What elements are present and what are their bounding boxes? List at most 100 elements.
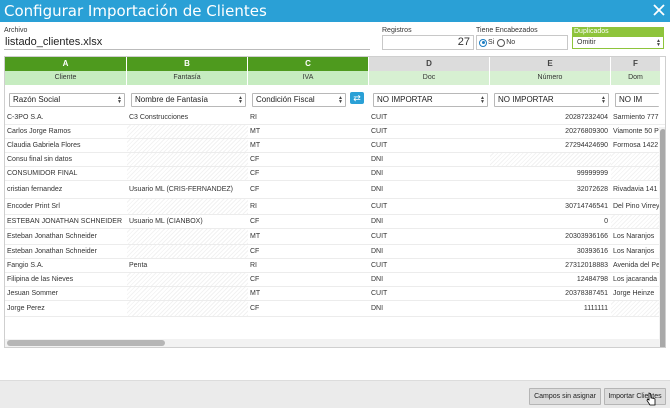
table-cell	[127, 139, 248, 153]
table-cell: Del Pino Virrey	[613, 203, 659, 210]
table-cell: 20303936166	[565, 233, 608, 240]
encabezados-radio-group: Si No	[476, 35, 568, 50]
select-arrows-icon: ▲ ▼	[601, 95, 606, 105]
table-row: Esteban Jonathan Schneider CF DNI 30393616 L…	[5, 245, 665, 259]
table-cell: CONSUMIDOR FINAL	[7, 170, 78, 177]
vertical-scrollbar[interactable]	[659, 127, 665, 347]
table-cell: Penta	[129, 262, 148, 269]
table-row: cristian fernandez Usuario ML (CRIS-FERNA…	[5, 181, 665, 199]
registros-label: Registros	[382, 27, 412, 34]
table-cell: cristian fernandez	[7, 186, 63, 193]
column-name-iva: IVA	[248, 71, 369, 85]
mapping-value-a: Razón Social	[13, 95, 61, 104]
duplicados-value: Omitir	[577, 39, 596, 46]
table-cell: 1111111	[583, 305, 608, 312]
table-cell	[127, 273, 248, 287]
table-cell	[127, 125, 248, 139]
table-cell: Jorge Heinze	[613, 290, 655, 297]
table-cell: DNI	[371, 218, 384, 225]
table-cell: Los jacaranda	[613, 276, 657, 283]
mapping-select-a[interactable]: Razón Social ▲ ▼	[9, 93, 125, 107]
table-cell: CUIT	[371, 114, 388, 121]
radio-no-label: No	[506, 39, 516, 46]
mapping-select-f[interactable]: NO IM	[615, 93, 659, 107]
table-cell: 12484798	[576, 276, 608, 283]
table-cell: CF	[250, 156, 260, 163]
table-row: Carlos Jorge Ramos MT CUIT 20276809300 Viamo…	[5, 125, 665, 139]
table-row: ESTEBAN JONATHAN SCHNEIDER Usuario ML (CI…	[5, 215, 665, 229]
radio-si[interactable]	[479, 38, 487, 47]
table-cell: Los Naranjos	[613, 248, 655, 255]
mapping-select-b[interactable]: Nombre de Fantasía ▲ ▼	[131, 93, 246, 107]
table-row: Jorge Perez CF DNI 1111111	[5, 301, 665, 317]
table-row: Esteban Jonathan Schneider MT CUIT 20303936…	[5, 229, 665, 245]
table-row: Consu final sin datos CF DNI	[5, 153, 665, 167]
swap-arrows-icon[interactable]: ⇄	[350, 92, 364, 104]
select-arrows-icon: ▲ ▼	[238, 95, 243, 105]
table-cell: Los Naranjos	[613, 233, 655, 240]
table-row: C-3PO S.A. C3 Construcciones RI CUIT 2028723…	[5, 111, 665, 125]
table-cell	[611, 167, 659, 181]
table-cell: Esteban Jonathan Schneider	[7, 233, 97, 240]
table-cell	[127, 229, 248, 245]
table-cell: Formosa 1422	[613, 142, 659, 149]
horizontal-scroll-thumb[interactable]	[7, 340, 165, 346]
table-cell: Jorge Perez	[7, 305, 45, 312]
mapping-select-c[interactable]: Condición Fiscal ▲ ▼	[252, 93, 346, 107]
table-cell: DNI	[371, 305, 384, 312]
mapping-value-f: NO IM	[619, 95, 643, 104]
table-cell: C-3PO S.A.	[7, 114, 44, 121]
table-row: Claudia Gabriela Flores MT CUIT 27294424690…	[5, 139, 665, 153]
row-separator	[5, 316, 665, 317]
column-letter-a: A	[5, 57, 127, 71]
mapping-value-e: NO IMPORTAR	[498, 95, 554, 104]
table-row: CONSUMIDOR FINAL CF DNI 99999999	[5, 167, 665, 181]
table-row: Filipina de las Nieves CF DNI 12484798 Los j…	[5, 273, 665, 287]
import-clients-button[interactable]: Importar Clientes	[604, 388, 666, 405]
table-cell: Claudia Gabriela Flores	[7, 142, 81, 149]
column-name-row: Cliente Fantasía IVA Doc Número Dom	[5, 71, 665, 85]
table-cell: DNI	[371, 170, 384, 177]
vertical-scroll-thumb[interactable]	[660, 129, 665, 347]
table-cell: C3 Construcciones	[129, 114, 189, 121]
table-cell: DNI	[371, 186, 384, 193]
table-cell: CUIT	[371, 142, 388, 149]
table-cell	[490, 153, 611, 167]
table-cell: 32072628	[576, 186, 608, 193]
column-letter-f: F	[611, 57, 661, 71]
table-row: Encoder Print Srl RI CUIT 30714746541 Del Pi…	[5, 199, 665, 215]
table-cell: Consu final sin datos	[7, 156, 72, 163]
table-cell	[127, 287, 248, 301]
close-icon[interactable]	[652, 3, 666, 17]
column-name-fantasia: Fantasía	[127, 71, 248, 85]
table-cell: CUIT	[371, 203, 388, 210]
mapping-select-d[interactable]: NO IMPORTAR ▲ ▼	[373, 93, 488, 107]
table-cell: CF	[250, 218, 260, 225]
table-cell: Usuario ML (CIANBOX)	[129, 218, 203, 225]
table-cell: Avenida del Pe	[613, 262, 659, 269]
table-cell: Sarmiento 777	[613, 114, 659, 121]
registros-input[interactable]: 27	[382, 35, 474, 50]
column-letter-d: D	[369, 57, 490, 71]
table-cell: CUIT	[371, 290, 388, 297]
table-cell	[127, 167, 248, 181]
mapping-select-e[interactable]: NO IMPORTAR ▲ ▼	[494, 93, 609, 107]
table-cell: ESTEBAN JONATHAN SCHNEIDER	[7, 218, 122, 225]
table-cell: MT	[250, 233, 261, 240]
horizontal-scrollbar[interactable]	[5, 339, 659, 347]
title-bar: Configurar Importación de Clientes	[0, 0, 670, 22]
archivo-input[interactable]: listado_clientes.xlsx	[4, 35, 370, 50]
duplicados-label: Duplicados	[572, 27, 664, 36]
table-cell: CF	[250, 248, 260, 255]
duplicados-select[interactable]: Omitir ▲ ▼	[572, 36, 664, 49]
table-cell: MT	[250, 128, 261, 135]
table-cell: CF	[250, 276, 260, 283]
unassigned-fields-button[interactable]: Campos sin asignar	[529, 388, 601, 405]
table-cell: CF	[250, 305, 260, 312]
table-cell: 30714746541	[565, 203, 608, 210]
table-cell	[611, 301, 659, 317]
column-name-numero: Número	[490, 71, 611, 85]
radio-no[interactable]	[497, 38, 506, 47]
column-letter-c: C	[248, 57, 369, 71]
table-cell: 20276809300	[565, 128, 608, 135]
